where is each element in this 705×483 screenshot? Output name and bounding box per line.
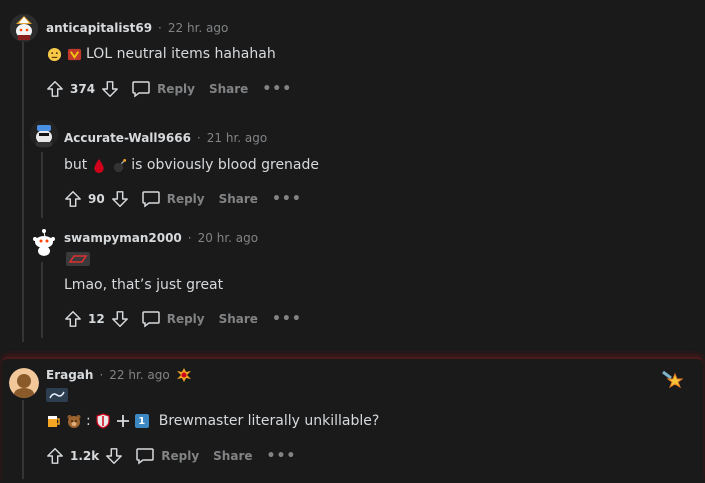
avatar[interactable] (9, 368, 39, 398)
comment-actions: 12 Reply Share ••• (62, 308, 302, 330)
comment-text-before: but (64, 157, 88, 173)
upvote-icon[interactable] (44, 78, 66, 100)
timestamp[interactable]: 22 hr. ago (109, 368, 169, 382)
timestamp[interactable]: 20 hr. ago (198, 231, 258, 245)
username[interactable]: swampyman2000 (64, 231, 182, 245)
reply-icon (141, 311, 160, 328)
more-options-button[interactable]: ••• (272, 191, 302, 207)
meta-separator: · (99, 368, 104, 382)
comment-actions: 1.2k Reply Share ••• (44, 445, 296, 467)
reply-label: Reply (166, 312, 205, 326)
comment-text-after: is obviously blood grenade (131, 157, 320, 173)
reply-icon (136, 448, 154, 465)
beer-mug-icon (46, 413, 62, 429)
reply-button[interactable]: Reply (141, 190, 205, 208)
thread-line-child-2[interactable] (41, 262, 43, 338)
thread-line-root[interactable] (22, 42, 24, 342)
more-options-button[interactable]: ••• (267, 448, 297, 464)
comment-body: : 1 Brewmaster literally unkillable? (46, 413, 379, 429)
thread-line-child[interactable] (41, 152, 43, 218)
comment-body: LOL neutral items hahahah (46, 46, 276, 62)
comment-text: Brewmaster literally unkillable? (158, 413, 380, 429)
bear-face-icon (66, 413, 82, 429)
reply-button[interactable]: Reply (135, 447, 199, 465)
more-options-button[interactable]: ••• (262, 81, 292, 97)
share-button[interactable]: Share (209, 82, 248, 96)
share-button[interactable]: Share (219, 192, 258, 206)
timestamp[interactable]: 22 hr. ago (168, 21, 228, 35)
meta-separator: · (196, 131, 201, 145)
thread-line-eragah-inner[interactable] (22, 400, 24, 479)
username[interactable]: Accurate-Wall9666 (64, 131, 191, 145)
comment-body: but is obviously blood grenade (64, 157, 319, 173)
share-button[interactable]: Share (219, 312, 258, 326)
avatar[interactable] (30, 228, 58, 256)
bomb-icon (111, 157, 127, 173)
upvote-icon[interactable] (44, 445, 66, 467)
vote-count: 374 (70, 82, 96, 96)
vote-count: 12 (88, 312, 105, 326)
snoo-avatar-icon (30, 120, 58, 148)
team-liquid-flair-icon (46, 388, 68, 402)
snoo-avatar-icon (10, 14, 38, 42)
reply-button[interactable]: Reply (141, 310, 205, 328)
colon-separator: : (86, 413, 91, 429)
keycap-one-label: 1 (138, 415, 146, 427)
meta-separator: · (187, 231, 192, 245)
profile-avatar-icon (9, 368, 39, 398)
plus-icon (115, 413, 131, 429)
downvote-icon[interactable] (99, 78, 121, 100)
username[interactable]: anticapitalist69 (46, 21, 152, 35)
snoo-avatar-icon (33, 229, 55, 256)
neutral-items-icon (66, 46, 82, 62)
neutral-face-icon (46, 46, 62, 62)
avatar[interactable] (10, 14, 38, 42)
upvote-icon[interactable] (62, 188, 84, 210)
meta-separator: · (158, 21, 162, 35)
more-options-button[interactable]: ••• (272, 311, 302, 327)
vote-count: 90 (88, 192, 105, 206)
comment-actions: 374 Reply Share ••• (44, 78, 292, 100)
award-star-icon[interactable] (661, 370, 685, 392)
avatar[interactable] (30, 120, 58, 148)
comment-actions: 90 Reply Share ••• (62, 188, 302, 210)
reply-icon (132, 81, 150, 98)
share-button[interactable]: Share (213, 449, 252, 463)
upvote-icon[interactable] (62, 308, 84, 330)
comment-text: Lmao, that’s just great (64, 277, 224, 293)
timestamp[interactable]: 21 hr. ago (207, 131, 267, 145)
keycap-one-icon: 1 (134, 414, 149, 428)
downvote-icon[interactable] (109, 188, 131, 210)
downvote-icon[interactable] (109, 308, 131, 330)
comment-body: Lmao, that’s just great (64, 277, 223, 293)
blood-drop-icon (91, 157, 107, 173)
shield-icon (95, 413, 111, 429)
reply-label: Reply (161, 449, 200, 463)
comment-text: LOL neutral items hahahah (86, 46, 276, 62)
vote-count: 1.2k (70, 449, 100, 463)
downvote-icon[interactable] (103, 445, 125, 467)
reply-icon (141, 191, 160, 208)
explosion-award-icon[interactable] (176, 367, 192, 383)
username[interactable]: Eragah (46, 368, 93, 382)
team-flair-icon (66, 252, 90, 266)
reply-label: Reply (157, 82, 195, 96)
reply-label: Reply (166, 192, 205, 206)
reply-button[interactable]: Reply (131, 80, 195, 98)
